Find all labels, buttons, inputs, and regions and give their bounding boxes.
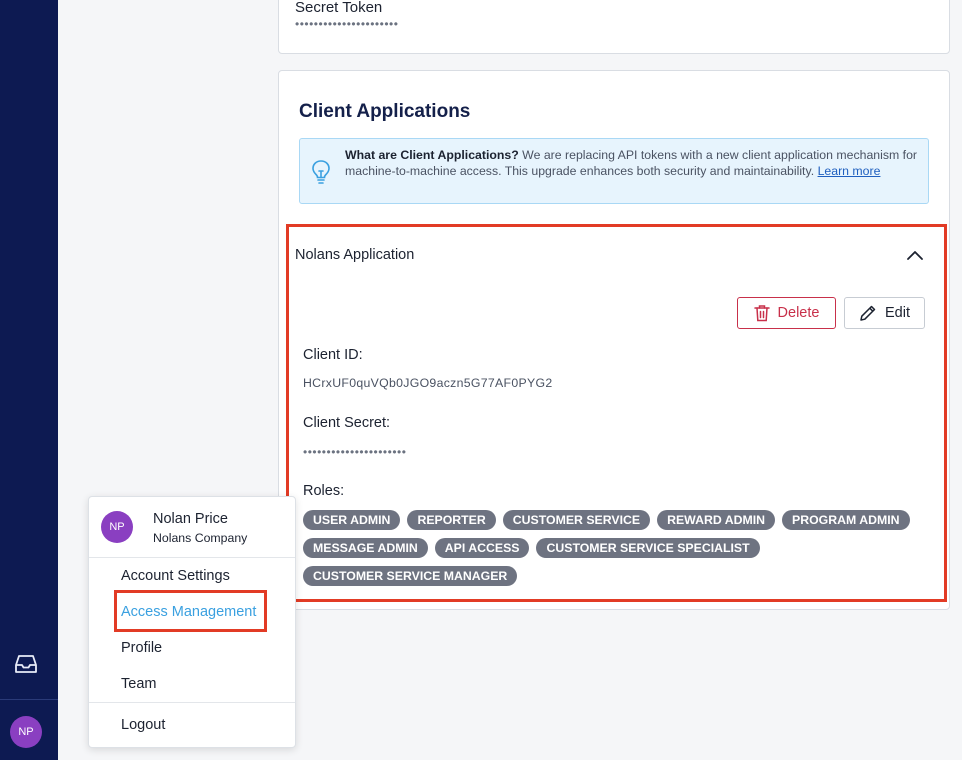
edit-button-label: Edit — [885, 305, 910, 321]
role-badge: REPORTER — [407, 510, 496, 530]
menu-item-logout[interactable]: Logout — [121, 717, 165, 733]
application-name: Nolans Application — [295, 247, 415, 263]
menu-company-name: Nolans Company — [153, 531, 248, 545]
inbox-icon[interactable] — [13, 652, 39, 676]
menu-item-profile[interactable]: Profile — [121, 640, 162, 656]
role-badge: PROGRAM ADMIN — [782, 510, 910, 530]
role-badge: CUSTOMER SERVICE SPECIALIST — [536, 538, 760, 558]
edit-application-button[interactable]: Edit — [844, 297, 925, 329]
delete-button-label: Delete — [777, 305, 820, 321]
roles-label: Roles: — [303, 483, 345, 499]
chevron-up-icon[interactable] — [906, 249, 924, 261]
role-badge: CUSTOMER SERVICE — [502, 510, 651, 530]
role-badge: REWARD ADMIN — [657, 510, 776, 530]
info-banner-text: What are Client Applications? We are rep… — [345, 147, 920, 179]
client-application-item: Nolans Application Delete Edit Client ID… — [279, 221, 949, 601]
trash-icon — [753, 305, 770, 322]
client-id-value: HCrxUF0quVQb0JGO9aczn5G77AF0PYG2 — [303, 376, 553, 390]
secret-token-value: •••••••••••••••••••••• — [295, 17, 399, 31]
role-badge: MESSAGE ADMIN — [303, 538, 428, 558]
menu-item-account-settings[interactable]: Account Settings — [121, 568, 230, 584]
left-nav-rail: NP — [0, 0, 58, 760]
secret-token-label: Secret Token — [295, 0, 383, 16]
lightbulb-icon — [312, 160, 330, 184]
secret-token-card: Secret Token •••••••••••••••••••••• — [278, 0, 950, 54]
role-badge: API ACCESS — [434, 538, 530, 558]
user-avatar-button[interactable]: NP — [10, 716, 42, 748]
pencil-icon — [860, 305, 876, 321]
client-applications-card: Client Applications What are Client Appl… — [278, 70, 950, 610]
info-banner-heading: What are Client Applications? — [345, 148, 519, 162]
menu-item-team[interactable]: Team — [121, 676, 156, 692]
delete-application-button[interactable]: Delete — [737, 297, 836, 329]
menu-divider — [89, 702, 295, 703]
role-badge: CUSTOMER SERVICE MANAGER — [303, 566, 518, 586]
client-secret-label: Client Secret: — [303, 415, 391, 431]
menu-divider — [89, 557, 295, 558]
menu-user-name: Nolan Price — [153, 511, 228, 527]
menu-avatar: NP — [101, 511, 133, 543]
learn-more-link[interactable]: Learn more — [818, 164, 881, 178]
client-applications-title: Client Applications — [299, 101, 471, 122]
client-secret-value: •••••••••••••••••••••• — [303, 445, 407, 459]
user-account-menu: NP Nolan Price Nolans Company Account Se… — [88, 496, 296, 748]
rail-divider — [0, 699, 58, 700]
menu-item-access-management[interactable]: Access Management — [121, 604, 256, 620]
role-badge: USER ADMIN — [303, 510, 401, 530]
client-applications-info-banner: What are Client Applications? We are rep… — [299, 138, 929, 204]
roles-list: USER ADMIN REPORTER CUSTOMER SERVICE REW… — [303, 510, 923, 594]
client-id-label: Client ID: — [303, 347, 363, 363]
